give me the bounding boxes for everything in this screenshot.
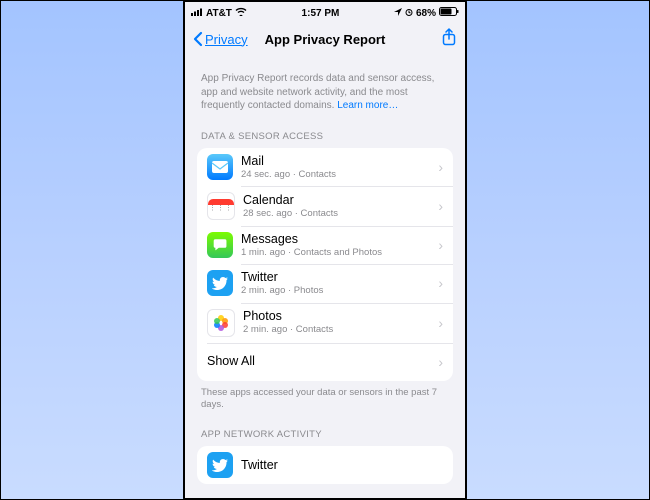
twitter-icon [207, 452, 233, 478]
app-name: Photos [243, 309, 434, 324]
app-sub: 24 sec. ago · Contacts [241, 169, 434, 180]
app-row-twitter-network[interactable]: Twitter [197, 446, 453, 484]
content-scroll[interactable]: App Privacy Report records data and sens… [185, 56, 465, 498]
app-name: Calendar [243, 193, 434, 208]
calendar-icon: ⋮⋮⋮ [207, 192, 235, 220]
chevron-right-icon: › [438, 275, 443, 291]
signal-icon [191, 8, 203, 19]
app-row-photos[interactable]: Photos 2 min. ago · Contacts › [197, 303, 453, 343]
chevron-right-icon: › [438, 237, 443, 253]
back-button[interactable]: Privacy [193, 31, 248, 47]
learn-more-link[interactable]: Learn more… [337, 100, 398, 111]
twitter-icon [207, 270, 233, 296]
chevron-left-icon [193, 31, 203, 47]
app-sub: 1 min. ago · Contacts and Photos [241, 247, 434, 258]
battery-icon [439, 7, 459, 19]
app-name: Messages [241, 232, 434, 247]
photos-icon [207, 309, 235, 337]
section-header-data-sensor: DATA & SENSOR ACCESS [201, 131, 449, 142]
battery-percent: 68% [416, 8, 436, 19]
intro-text: App Privacy Report records data and sens… [201, 72, 449, 113]
clock: 1:57 PM [302, 8, 340, 19]
app-row-twitter[interactable]: Twitter 2 min. ago · Photos › [197, 264, 453, 302]
network-card: Twitter [197, 446, 453, 484]
share-icon [441, 28, 457, 46]
show-all-button[interactable]: Show All › [197, 343, 453, 381]
chevron-right-icon: › [438, 315, 443, 331]
app-name: Twitter [241, 458, 443, 473]
status-bar: AT&T 1:57 PM 68% [185, 2, 465, 22]
chevron-right-icon: › [438, 159, 443, 175]
wifi-icon [235, 7, 247, 19]
app-row-calendar[interactable]: ⋮⋮⋮ Calendar 28 sec. ago · Contacts › [197, 186, 453, 226]
app-row-messages[interactable]: Messages 1 min. ago · Contacts and Photo… [197, 226, 453, 264]
app-sub: 2 min. ago · Photos [241, 285, 434, 296]
messages-icon [207, 232, 233, 258]
back-label: Privacy [205, 32, 248, 47]
nav-bar: Privacy App Privacy Report [185, 22, 465, 56]
mail-icon [207, 154, 233, 180]
phone-frame: AT&T 1:57 PM 68% Privacy App Privacy Rep… [183, 0, 467, 500]
app-sub: 2 min. ago · Contacts [243, 324, 434, 335]
app-row-mail[interactable]: Mail 24 sec. ago · Contacts › [197, 148, 453, 186]
section-footer-data-sensor: These apps accessed your data or sensors… [201, 387, 449, 412]
chevron-right-icon: › [438, 354, 443, 370]
page-title: App Privacy Report [265, 32, 386, 47]
show-all-label: Show All [207, 354, 434, 369]
location-icon [394, 8, 402, 19]
app-sub: 28 sec. ago · Contacts [243, 208, 434, 219]
section-header-network: APP NETWORK ACTIVITY [201, 429, 449, 440]
share-button[interactable] [441, 28, 457, 51]
data-sensor-card: Mail 24 sec. ago · Contacts › ⋮⋮⋮ Calend… [197, 148, 453, 381]
app-name: Mail [241, 154, 434, 169]
app-name: Twitter [241, 270, 434, 285]
chevron-right-icon: › [438, 198, 443, 214]
alarm-icon [405, 8, 413, 19]
carrier-label: AT&T [206, 8, 232, 19]
